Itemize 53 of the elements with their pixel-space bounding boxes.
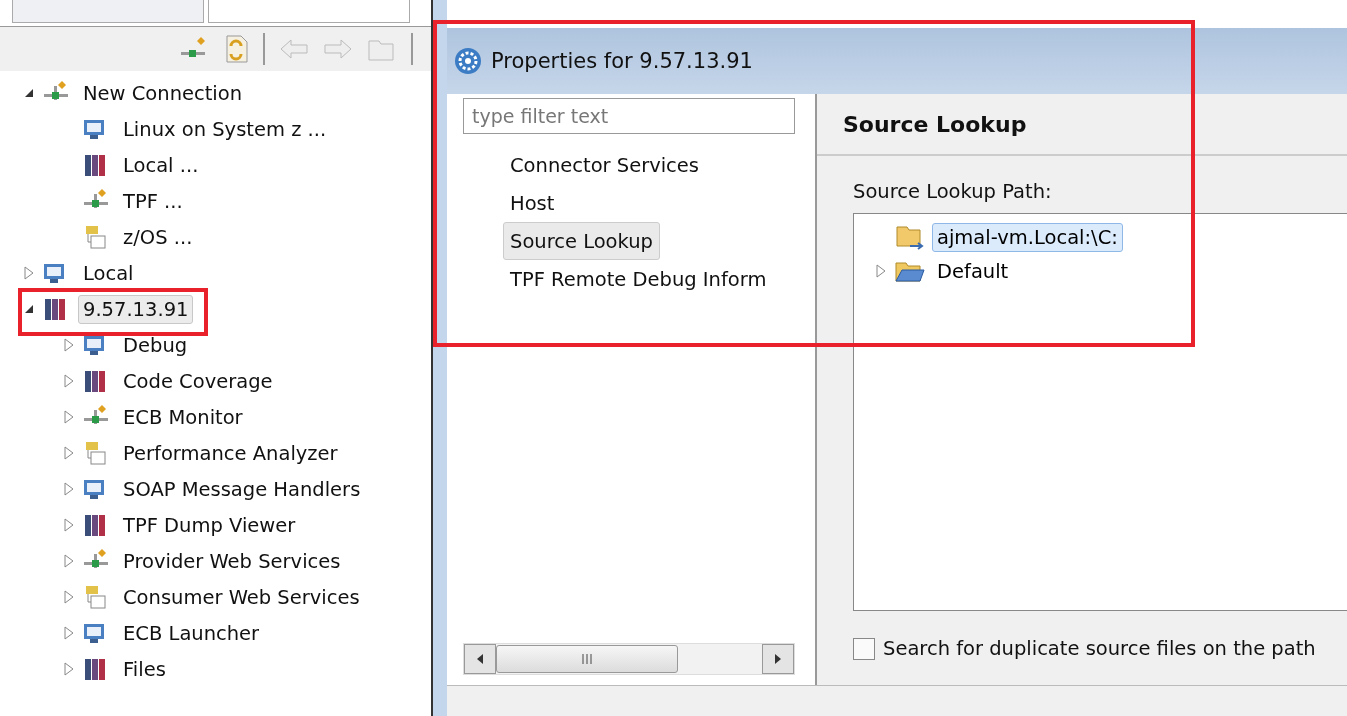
expand-arrow-icon[interactable] (64, 374, 74, 388)
page-item[interactable]: TPF Remote Debug Inform (503, 260, 774, 298)
page-item[interactable]: Host (503, 184, 562, 222)
grip-icon[interactable] (580, 653, 594, 665)
collapse-arrow-icon[interactable] (24, 304, 34, 314)
page-item[interactable]: Connector Services (503, 146, 706, 184)
filter-field[interactable]: type filter text (463, 98, 795, 134)
checkbox-label: Search for duplicate source files on the path (883, 637, 1316, 660)
tree-item[interactable]: Consumer Web Services (118, 582, 365, 612)
page-item[interactable]: Source Lookup (503, 222, 660, 260)
section-label: Source Lookup Path: (853, 180, 1053, 203)
tree-item[interactable]: Linux on System z ... (118, 114, 332, 144)
tree-item[interactable]: SOAP Message Handlers (118, 474, 366, 504)
tree-item[interactable]: ECB Monitor (118, 402, 248, 432)
expand-arrow-icon[interactable] (24, 266, 34, 280)
expand-arrow-icon[interactable] (64, 590, 74, 604)
tree-item[interactable]: Code Coverage (118, 366, 278, 396)
horizontal-scrollbar[interactable] (463, 643, 795, 675)
path-entry[interactable]: Default (932, 256, 1014, 286)
collapse-arrow-icon[interactable] (24, 88, 34, 98)
tree-item[interactable]: New Connection (78, 78, 248, 108)
expand-arrow-icon[interactable] (64, 626, 74, 640)
folder-icon (894, 224, 926, 250)
folder-icon (894, 259, 926, 283)
expand-arrow-icon[interactable] (64, 446, 74, 460)
tree-item[interactable]: Files (118, 654, 171, 684)
tree-item[interactable]: Local (78, 258, 139, 288)
scroll-left-icon[interactable] (476, 653, 484, 665)
expand-arrow-icon[interactable] (64, 482, 74, 496)
tree-item[interactable]: Local ... (118, 150, 204, 180)
tree-item[interactable]: Debug (118, 330, 193, 360)
expand-arrow-icon[interactable] (64, 554, 74, 568)
tree-item[interactable]: Provider Web Services (118, 546, 346, 576)
expand-arrow-icon[interactable] (64, 518, 74, 532)
settings-icon (453, 46, 483, 76)
scroll-right-icon[interactable] (774, 653, 782, 665)
expand-arrow-icon[interactable] (876, 264, 886, 278)
page-title: Source Lookup (843, 111, 1027, 137)
tree-item[interactable]: ECB Launcher (118, 618, 265, 648)
path-entry[interactable]: ajmal-vm.Local:\C: (932, 222, 1123, 252)
expand-arrow-icon[interactable] (64, 338, 74, 352)
tree-item[interactable]: TPF Dump Viewer (118, 510, 301, 540)
refresh-icon[interactable] (223, 34, 249, 64)
view-tab[interactable] (208, 0, 410, 23)
view-tab[interactable] (12, 0, 204, 23)
dialog-title: Properties for 9.57.13.91 (491, 49, 753, 73)
checkbox[interactable] (853, 637, 875, 660)
tree-item[interactable]: 9.57.13.91 (78, 294, 194, 324)
expand-arrow-icon[interactable] (64, 662, 74, 676)
tree-item[interactable]: z/OS ... (118, 222, 198, 252)
expand-arrow-icon[interactable] (64, 410, 74, 424)
tree-item[interactable]: TPF ... (118, 186, 188, 216)
tree-item[interactable]: Performance Analyzer (118, 438, 343, 468)
